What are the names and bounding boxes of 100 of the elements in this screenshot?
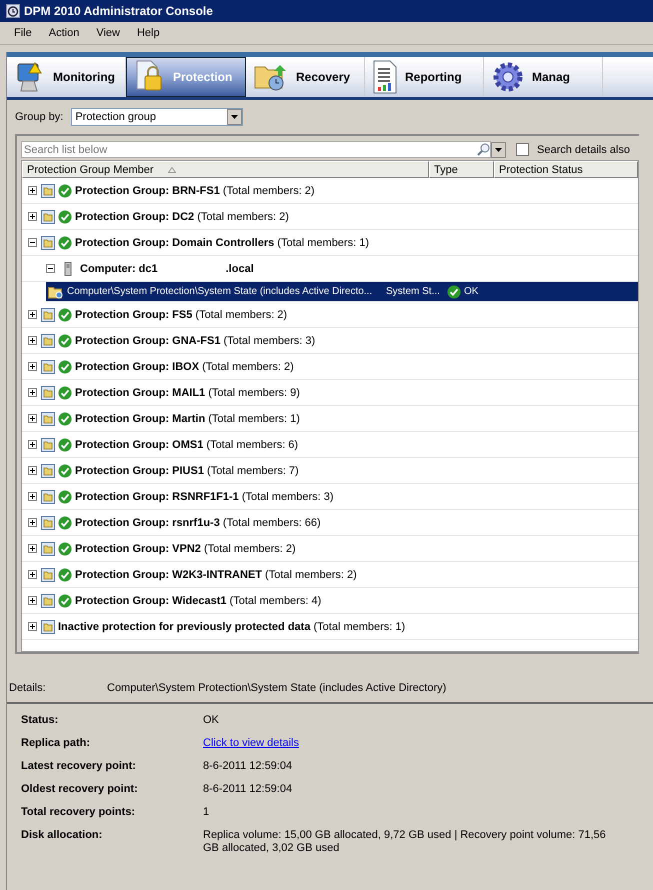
expand-icon[interactable] xyxy=(28,388,37,397)
clock-icon xyxy=(6,4,20,18)
status-ok-icon xyxy=(58,210,72,224)
column-header[interactable]: Protection Status xyxy=(494,161,638,178)
field-value: OK xyxy=(203,714,220,728)
dropdown-arrow-icon xyxy=(495,148,502,152)
status-ok-icon xyxy=(58,542,72,556)
expand-icon[interactable] xyxy=(28,466,37,475)
expand-icon[interactable] xyxy=(28,336,37,345)
expand-icon[interactable] xyxy=(28,186,37,195)
protection-group-icon xyxy=(41,236,55,250)
sort-icon xyxy=(168,166,176,172)
group-name: Protection Group: VPN2 (Total members: 2) xyxy=(75,542,296,554)
status-ok-icon xyxy=(58,184,72,198)
protection-group-icon xyxy=(41,516,55,530)
protection-group-icon xyxy=(41,412,55,426)
computer-name: Computer: dc1 .local xyxy=(80,262,254,274)
group-by-dropdown[interactable]: Protection group xyxy=(71,108,244,126)
expand-icon[interactable] xyxy=(28,414,37,423)
expand-icon[interactable] xyxy=(28,596,37,605)
field-label: Disk allocation: xyxy=(21,829,104,843)
window-title: DPM 2010 Administrator Console xyxy=(24,4,213,18)
field-label: Latest recovery point: xyxy=(21,760,137,774)
status-ok-icon xyxy=(58,490,72,504)
member-row[interactable]: Computer\System Protection\System State (includes Active Directo... System St... OK xyxy=(46,282,638,302)
expand-icon[interactable] xyxy=(28,518,37,527)
protection-group-icon xyxy=(41,360,55,374)
field-label: Replica path: xyxy=(21,737,92,751)
menu-item[interactable]: View xyxy=(96,27,120,39)
folder-clock-icon xyxy=(254,62,288,92)
menu-item[interactable]: File xyxy=(14,27,32,39)
group-name: Protection Group: MAIL1 (Total members: 9) xyxy=(75,386,300,398)
field-label: Total recovery points: xyxy=(21,806,136,820)
status-ok-icon xyxy=(58,308,72,322)
folder-icon xyxy=(48,284,64,298)
expand-icon[interactable] xyxy=(28,440,37,449)
collapse-icon[interactable] xyxy=(46,264,55,273)
group-name: Protection Group: DC2 (Total members: 2) xyxy=(75,210,289,222)
expand-icon[interactable] xyxy=(28,544,37,553)
group-name: Protection Group: rsnrf1u-3 (Total members: 66) xyxy=(75,516,321,528)
expand-icon[interactable] xyxy=(28,622,37,631)
field-label: Oldest recovery point: xyxy=(21,783,139,797)
status-ok-icon xyxy=(58,386,72,400)
protection-group-icon xyxy=(41,464,55,478)
group-name: Protection Group: FS5 (Total members: 2) xyxy=(75,308,288,320)
status-ok-icon xyxy=(58,568,72,582)
status-ok-icon xyxy=(58,438,72,452)
details-value: Computer\System Protection\System State (includes Active Directory) xyxy=(107,682,446,694)
group-name: Protection Group: Widecast1 (Total members: 4) xyxy=(75,594,322,606)
protection-group-icon xyxy=(41,620,55,634)
status-ok-icon xyxy=(58,236,72,250)
protection-group-icon xyxy=(41,334,55,348)
protection-group-icon xyxy=(41,568,55,582)
group-by-label: Group by: xyxy=(15,111,64,123)
field-value: 8-6-2011 12:59:04 xyxy=(203,783,294,797)
expand-icon[interactable] xyxy=(28,362,37,371)
link[interactable]: Click to view details xyxy=(203,737,623,760)
menu-item[interactable]: Action xyxy=(48,27,80,39)
group-name: Protection Group: RSNRF1F1-1 (Total members: 3) xyxy=(75,490,334,502)
protection-group-icon xyxy=(41,308,55,322)
member-name: Computer\System Protection\System State (includes Active Directo... xyxy=(67,286,374,297)
column-header[interactable]: Type xyxy=(429,161,494,178)
field-label: Status: xyxy=(21,714,60,728)
member-type: System St... xyxy=(386,286,441,297)
group-name: Protection Group: Martin (Total members: 1) xyxy=(75,412,300,424)
protection-group-icon xyxy=(41,438,55,452)
protection-group-icon xyxy=(41,542,55,556)
nav-tab[interactable]: Reporting xyxy=(365,57,484,97)
menu-item[interactable]: Help xyxy=(136,27,160,39)
gear-icon xyxy=(492,61,524,93)
column-header[interactable]: Protection Group Member xyxy=(22,161,429,178)
report-icon xyxy=(373,60,397,94)
nav-tab[interactable]: Monitoring xyxy=(7,57,126,97)
status-ok-icon xyxy=(58,360,72,374)
expand-icon[interactable] xyxy=(28,310,37,319)
expand-icon[interactable] xyxy=(28,492,37,501)
group-name: Protection Group: IBOX (Total members: 2) xyxy=(75,360,294,372)
group-name: Protection Group: PIUS1 (Total members: 7) xyxy=(75,464,299,476)
status-ok-icon xyxy=(58,464,72,478)
search-icon xyxy=(477,143,490,156)
details-label: Details: xyxy=(9,682,47,694)
status-ok-icon xyxy=(58,516,72,530)
checkbox[interactable] xyxy=(516,143,529,156)
group-name: Protection Group: Domain Controllers (Total members: 1) xyxy=(75,236,369,248)
checkbox-label: Search details also xyxy=(537,144,630,156)
protection-group-icon xyxy=(41,210,55,224)
expand-icon[interactable] xyxy=(28,570,37,579)
expand-icon[interactable] xyxy=(28,212,37,221)
nav-tab[interactable]: Manag xyxy=(484,57,603,97)
protection-group-icon xyxy=(41,386,55,400)
group-name: Inactive protection for previously protected data (Total members: 1) xyxy=(58,620,406,632)
status-ok-icon xyxy=(58,334,72,348)
member-status: OK xyxy=(464,286,478,297)
group-name: Protection Group: W2K3-INTRANET (Total members: 2) xyxy=(75,568,357,580)
field-value: Replica volume: 15,00 GB allocated, 9,72 GB used | Recovery point volume: 71,56 GB allocated, 3,02 GB used xyxy=(203,829,607,855)
collapse-icon[interactable] xyxy=(28,238,37,247)
nav-tab[interactable]: Recovery xyxy=(246,57,365,97)
group-name: Protection Group: OMS1 (Total members: 6) xyxy=(75,438,298,450)
group-name: Protection Group: GNA-FS1 (Total members: 3) xyxy=(75,334,316,346)
field-value: 8-6-2011 12:59:04 xyxy=(203,760,294,774)
